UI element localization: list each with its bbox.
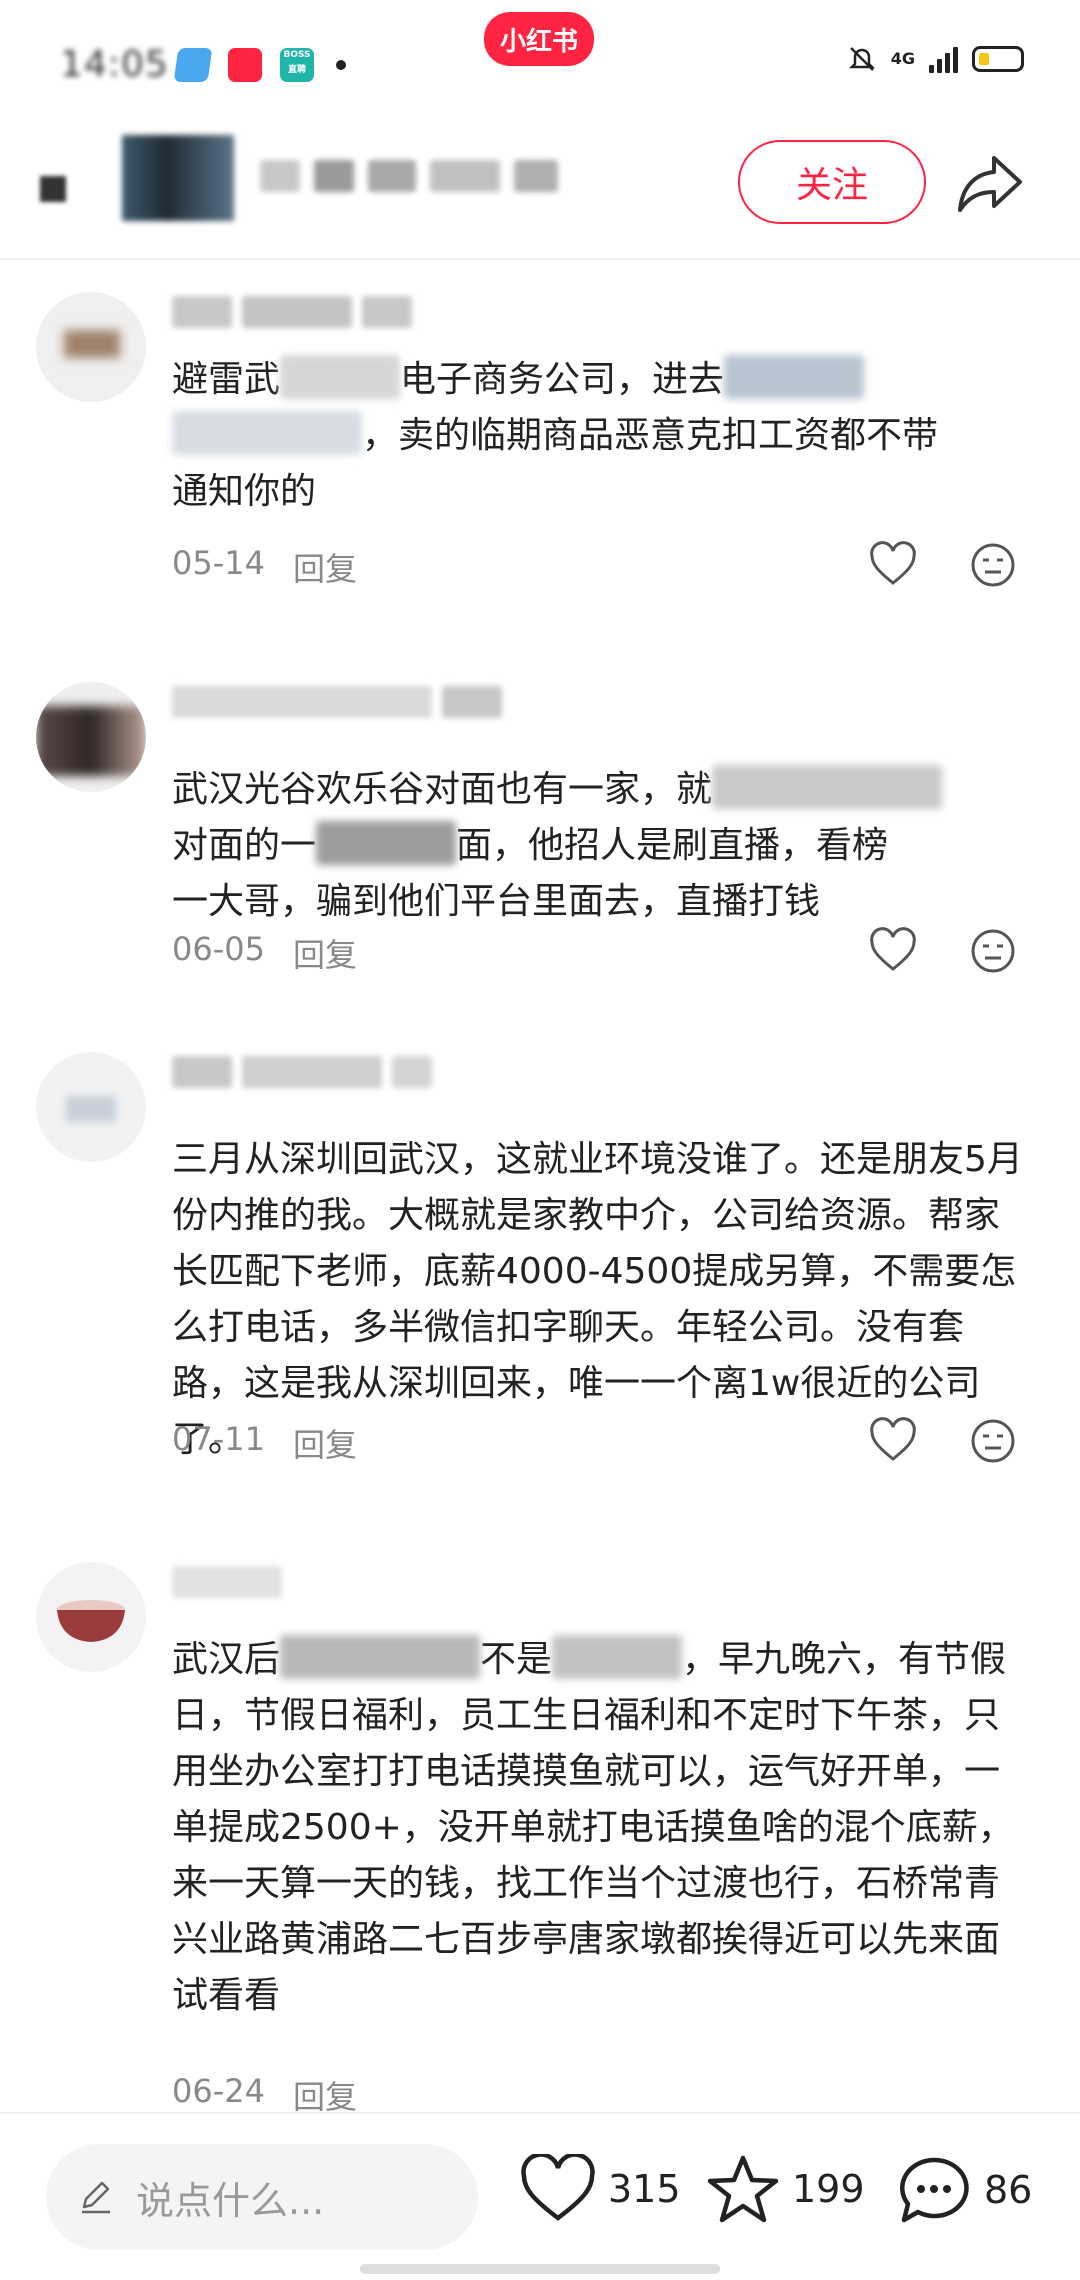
comment-stat[interactable]: 86 bbox=[896, 2154, 1032, 2226]
comment-dislike-button[interactable] bbox=[968, 1416, 1018, 1466]
comment-input-placeholder: 说点什么... bbox=[136, 2178, 325, 2223]
xiaohongshu-notification-icon bbox=[228, 48, 262, 82]
comment-meta: 05-14 回复 bbox=[172, 544, 357, 590]
reply-button[interactable]: 回复 bbox=[293, 2072, 357, 2112]
comment-input[interactable]: 说点什么... bbox=[46, 2144, 478, 2250]
heart-icon bbox=[521, 2154, 595, 2221]
more-notifications-dot bbox=[336, 60, 346, 70]
back-icon bbox=[40, 176, 66, 202]
note-header: 关注 bbox=[0, 130, 1080, 260]
comment-text: 武汉光谷欢乐谷对面也有一家，就 对面的一 面，他招人是刷直播，看榜 一大哥，骗到他… bbox=[172, 762, 1032, 930]
home-indicator[interactable] bbox=[360, 2264, 720, 2274]
comment-like-button[interactable] bbox=[868, 540, 918, 590]
commenter-avatar[interactable] bbox=[36, 1052, 146, 1162]
app-notification-icon bbox=[173, 48, 213, 82]
back-button[interactable] bbox=[34, 164, 74, 204]
favorite-stat[interactable]: 199 bbox=[706, 2154, 865, 2224]
comment-item: 避雷武 电子商务公司，进去 ，卖的临期商品恶意克扣工资都不带 通知你的 05-14… bbox=[0, 262, 1080, 622]
commenter-name[interactable] bbox=[172, 1566, 282, 1598]
comment-date: 06-05 bbox=[172, 930, 265, 968]
like-stat[interactable]: 315 bbox=[520, 2154, 681, 2224]
commenter-avatar[interactable] bbox=[36, 682, 146, 792]
reply-button[interactable]: 回复 bbox=[293, 1420, 357, 1466]
commenter-name[interactable] bbox=[172, 296, 412, 328]
bell-mute-icon bbox=[848, 47, 875, 71]
status-indicators: 4G bbox=[847, 44, 1024, 74]
reply-button[interactable]: 回复 bbox=[293, 544, 357, 590]
comment-date: 05-14 bbox=[172, 544, 265, 582]
share-button[interactable] bbox=[954, 148, 1028, 218]
heart-icon bbox=[870, 927, 916, 971]
app-logo: 小红书 bbox=[484, 12, 594, 66]
comment-dislike-button[interactable] bbox=[968, 540, 1018, 590]
author-avatar[interactable] bbox=[122, 135, 234, 221]
comment-item: 武汉光谷欢乐谷对面也有一家，就 对面的一 面，他招人是刷直播，看榜 一大哥，骗到他… bbox=[0, 652, 1080, 992]
status-bar: 14:05 BOSS 直聘 小红书 4G bbox=[0, 0, 1080, 130]
chat-icon bbox=[900, 2157, 969, 2223]
comment-list[interactable]: 避雷武 电子商务公司，进去 ，卖的临期商品恶意克扣工资都不带 通知你的 05-14… bbox=[0, 262, 1080, 2112]
reply-button[interactable]: 回复 bbox=[293, 930, 357, 976]
comment-meta: 06-05 回复 bbox=[172, 930, 357, 976]
bowl-avatar-icon bbox=[57, 1600, 125, 1642]
signal-icon bbox=[929, 45, 958, 73]
comment-count: 86 bbox=[984, 2168, 1033, 2212]
comment-date: 07-11 bbox=[172, 1420, 265, 1458]
author-name[interactable] bbox=[260, 160, 558, 192]
battery-icon bbox=[972, 46, 1024, 72]
follow-button[interactable]: 关注 bbox=[738, 140, 926, 224]
like-count: 315 bbox=[608, 2167, 681, 2211]
pencil-icon bbox=[82, 2181, 110, 2214]
comment-item: 三月从深圳回武汉，这就业环境没谁了。还是朋友5月份内推的我。大概就是家教中介，公… bbox=[0, 1022, 1080, 1502]
status-time: 14:05 bbox=[60, 44, 169, 85]
comment-dislike-button[interactable] bbox=[968, 926, 1018, 976]
comment-text: 避雷武 电子商务公司，进去 ，卖的临期商品恶意克扣工资都不带 通知你的 bbox=[172, 352, 1032, 520]
comment-text: 武汉后 不是 ，早九晚六，有节假日，节假日福利，员工生日福利和不定时下午茶，只用坐办… bbox=[172, 1632, 1032, 2024]
dislike-icon bbox=[971, 929, 1015, 973]
comment-item: 武汉后 不是 ，早九晚六，有节假日，节假日福利，员工生日福利和不定时下午茶，只用坐办… bbox=[0, 1532, 1080, 2112]
boss-notification-icon: BOSS 直聘 bbox=[280, 48, 314, 82]
comment-meta: 06-24 回复 bbox=[172, 2072, 357, 2112]
comment-date: 06-24 bbox=[172, 2072, 265, 2110]
commenter-name[interactable] bbox=[172, 686, 502, 718]
dislike-icon bbox=[971, 543, 1015, 587]
commenter-avatar[interactable] bbox=[36, 1562, 146, 1672]
bottom-action-bar: 说点什么... 315 199 86 bbox=[0, 2112, 1080, 2280]
comment-like-button[interactable] bbox=[868, 926, 918, 976]
comment-meta: 07-11 回复 bbox=[172, 1420, 357, 1466]
star-icon bbox=[707, 2155, 779, 2223]
network-label: 4G bbox=[890, 49, 915, 68]
heart-icon bbox=[870, 1417, 916, 1461]
commenter-avatar[interactable] bbox=[36, 292, 146, 402]
favorite-count: 199 bbox=[792, 2167, 865, 2211]
commenter-name[interactable] bbox=[172, 1056, 432, 1088]
dislike-icon bbox=[971, 1419, 1015, 1463]
heart-icon bbox=[870, 541, 916, 585]
comment-like-button[interactable] bbox=[868, 1416, 918, 1466]
share-icon bbox=[958, 156, 1022, 212]
